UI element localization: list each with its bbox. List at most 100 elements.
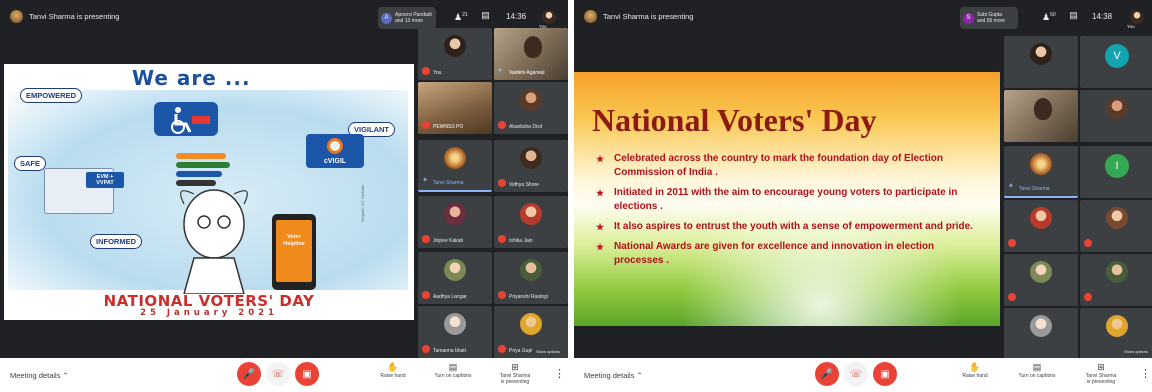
label-empowered: EMPOWERED (20, 88, 83, 103)
mic-off-icon (498, 345, 506, 353)
participant-name: You (433, 70, 442, 76)
participant-tile-presenter[interactable]: ✦ Tanvi Sharma (418, 140, 492, 192)
show-options-tag[interactable]: Show options (532, 347, 565, 356)
mic-off-icon (1084, 293, 1092, 301)
participant-tile[interactable]: Priyanshi Rastogi (494, 252, 568, 304)
slide-bullets: Celebrated across the country to mark th… (596, 152, 984, 274)
raise-hand-button[interactable]: ✋ Raise hand (950, 362, 1000, 379)
participant-tile[interactable] (1080, 200, 1152, 252)
participant-tile[interactable] (1004, 308, 1078, 360)
mic-off-button[interactable]: 🎤 (815, 362, 839, 386)
speaking-icon: ● (498, 67, 503, 74)
participant-tile[interactable] (1004, 200, 1078, 252)
captions-icon: ▤ (1032, 362, 1042, 372)
captions-button[interactable]: ▤ Turn on captions (1012, 362, 1062, 379)
participant-tile[interactable]: Ishika Jain (494, 196, 568, 248)
participant-avatar (1030, 153, 1052, 175)
camera-off-button[interactable]: ▣ (295, 362, 319, 386)
joined-notification[interactable]: A Apoorvi Pandadi and 13 more (378, 7, 436, 29)
participant-avatar (520, 147, 542, 169)
participant-name: Ishika Jain (509, 238, 533, 244)
participant-tile[interactable]: Akanksha Dixit (494, 82, 568, 134)
participant-tile[interactable] (1004, 90, 1078, 142)
participant-tile[interactable] (1080, 90, 1152, 142)
mic-off-icon (498, 235, 506, 243)
presenter-indicator[interactable]: Tanvi Sharma is presenting (584, 6, 693, 26)
meeting-details-button[interactable]: Meeting details ⌃ (584, 371, 643, 380)
raise-hand-button[interactable]: ✋ Raise hand (368, 362, 418, 379)
presenting-button[interactable]: ⊞ Tanvi Sharma is presenting (1076, 362, 1126, 385)
mic-off-icon (1008, 293, 1016, 301)
participant-tile-presenter[interactable]: ✦ Tanvi Sharma (1004, 146, 1078, 198)
mic-off-icon (422, 345, 430, 353)
presenter-avatar (10, 9, 23, 23)
self-avatar[interactable] (1130, 10, 1144, 24)
mic-off-icon (498, 291, 506, 299)
participant-avatar (1106, 207, 1128, 229)
present-icon: ⊞ (511, 362, 519, 372)
participant-tile[interactable]: V (1080, 36, 1152, 88)
joined-text: Subi Gupta and 56 more (977, 12, 1006, 24)
top-bar: Tanvi Sharma is presenting S Subi Gupta a… (574, 0, 1152, 34)
participant-name: Jinjree Kakati (433, 238, 464, 244)
camera-off-button[interactable]: ▣ (873, 362, 897, 386)
self-label: You (1127, 24, 1135, 29)
hand-icon: ✋ (969, 362, 981, 372)
present-icon: ⊞ (1097, 362, 1105, 372)
video-person (1034, 98, 1052, 120)
phone-illustration: Voter Helpline (272, 214, 316, 290)
participant-tile[interactable] (1004, 254, 1078, 306)
participant-tile[interactable]: I (1080, 146, 1152, 198)
captions-button[interactable]: ▤ Turn on captions (428, 362, 478, 379)
meeting-details-button[interactable]: Meeting details ⌃ (10, 371, 69, 380)
participant-tile[interactable]: PEWNSS PO (418, 82, 492, 134)
chat-icon[interactable]: ▤ (480, 10, 491, 21)
speaking-icon: ✦ (422, 177, 428, 184)
participant-tile[interactable]: Vidhya Shree (494, 140, 568, 192)
bottom-bar: Meeting details ⌃ 🎤 ☏ ▣ ✋ Raise hand ▤ Tur… (0, 358, 568, 392)
evm-label: EVM + VVPAT (86, 172, 124, 188)
bullet-item: Initiated in 2011 with the aim to encour… (596, 186, 984, 214)
joined-notification[interactable]: S Subi Gupta and 56 more (960, 7, 1018, 29)
participant-name: Tamanna bhati (433, 348, 466, 354)
participant-avatar (1030, 43, 1052, 65)
participant-tile[interactable] (1004, 36, 1078, 88)
self-avatar[interactable] (542, 10, 556, 24)
participant-avatar (1030, 207, 1052, 229)
participant-name: Vidhya Shree (509, 182, 539, 188)
people-icon[interactable]: ♟21 (454, 10, 468, 22)
participant-tile[interactable]: Aadhya Langar (418, 252, 492, 304)
more-options-icon[interactable]: ⋮ (1140, 367, 1151, 380)
people-icon[interactable]: ♟60 (1042, 10, 1056, 22)
leave-call-button[interactable]: ☏ (844, 362, 868, 386)
participant-avatar (520, 259, 542, 281)
participant-tile[interactable] (1080, 254, 1152, 306)
common-man-illustration (180, 189, 248, 294)
more-options-icon[interactable]: ⋮ (554, 367, 565, 380)
chat-icon[interactable]: ▤ (1068, 10, 1079, 21)
participant-avatar (520, 203, 542, 225)
mic-off-button[interactable]: 🎤 (237, 362, 261, 386)
participant-avatar (520, 89, 542, 111)
participant-avatar (444, 313, 466, 335)
participant-avatar (1106, 315, 1128, 337)
presenting-button[interactable]: ⊞ Tanvi Sharma is presenting (490, 362, 540, 385)
leave-call-button[interactable]: ☏ (266, 362, 290, 386)
slide-heading: We are ... (132, 66, 251, 90)
participant-avatar (444, 35, 466, 57)
participant-tile[interactable]: Jinjree Kakati (418, 196, 492, 248)
participant-tile[interactable]: ● Vaidehi Agarwal (494, 28, 568, 80)
mic-off-icon (422, 235, 430, 243)
participant-avatar (520, 313, 542, 335)
participant-tile[interactable]: You (418, 28, 492, 80)
participant-initial: V (1105, 44, 1129, 68)
bullet-item: Celebrated across the country to mark th… (596, 152, 984, 180)
participant-tile[interactable]: Tamanna bhati (418, 306, 492, 358)
accessibility-icon (154, 102, 218, 136)
participant-name: Tanvi Sharma (433, 180, 464, 186)
participant-avatar (1106, 97, 1128, 119)
presenter-indicator[interactable]: Tanvi Sharma is presenting (10, 6, 119, 26)
participant-name: PEWNSS PO (433, 124, 464, 130)
cvigil-logo: cVIGIL (306, 134, 364, 168)
show-options-tag[interactable]: Show options (1120, 347, 1152, 356)
